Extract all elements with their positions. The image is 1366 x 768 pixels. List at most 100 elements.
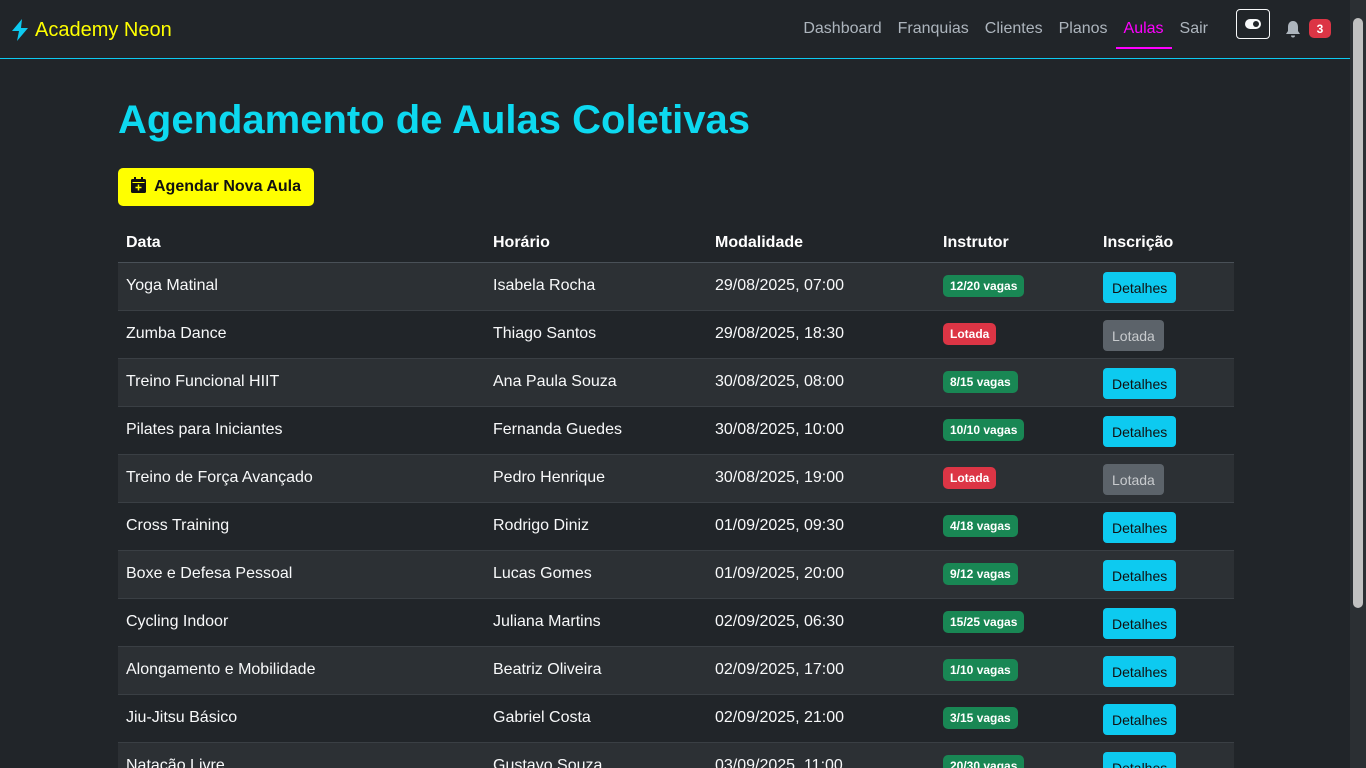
nav-link-aulas[interactable]: Aulas bbox=[1115, 0, 1172, 58]
status-badge: 20/30 vagas bbox=[943, 755, 1025, 768]
instructor-cell: Ana Paula Souza bbox=[485, 358, 707, 407]
instructor-cell: Juliana Martins bbox=[485, 598, 707, 647]
table-row: Boxe e Defesa Pessoal Lucas Gomes 01/09/20… bbox=[118, 550, 1234, 599]
status-badge: 8/15 vagas bbox=[943, 371, 1018, 393]
theme-toggle-button[interactable] bbox=[1236, 9, 1270, 39]
brand[interactable]: Academy Neon bbox=[11, 17, 172, 43]
action-cell: Detalhes bbox=[1095, 406, 1234, 455]
class-name-cell: Zumba Dance bbox=[118, 310, 485, 359]
instructor-cell: Lucas Gomes bbox=[485, 550, 707, 599]
details-button[interactable]: Detalhes bbox=[1103, 656, 1177, 687]
class-name-cell: Cycling Indoor bbox=[118, 598, 485, 647]
action-cell: Detalhes bbox=[1095, 502, 1234, 551]
scrollbar[interactable] bbox=[1350, 0, 1366, 768]
datetime-cell: 02/09/2025, 17:00 bbox=[707, 646, 935, 695]
status-cell: 15/25 vagas bbox=[935, 598, 1095, 647]
nav-link-sair[interactable]: Sair bbox=[1172, 0, 1216, 58]
instructor-cell: Thiago Santos bbox=[485, 310, 707, 359]
table-row: Yoga Matinal Isabela Rocha 29/08/2025, 07:… bbox=[118, 262, 1234, 311]
header-inscricao[interactable]: Inscrição bbox=[1095, 224, 1234, 263]
class-name-cell: Jiu-Jitsu Básico bbox=[118, 694, 485, 743]
header-data[interactable]: Data bbox=[118, 224, 485, 263]
nav-link-franquias[interactable]: Franquias bbox=[890, 0, 977, 58]
datetime-cell: 30/08/2025, 19:00 bbox=[707, 454, 935, 503]
nav-link-dashboard[interactable]: Dashboard bbox=[795, 0, 889, 58]
lightning-bolt-icon bbox=[11, 19, 29, 41]
details-button[interactable]: Detalhes bbox=[1103, 608, 1177, 639]
details-button[interactable]: Detalhes bbox=[1103, 368, 1177, 399]
status-cell: 12/20 vagas bbox=[935, 262, 1095, 311]
full-class-button: Lotada bbox=[1103, 320, 1164, 351]
instructor-cell: Gabriel Costa bbox=[485, 694, 707, 743]
instructor-cell: Gustavo Souza bbox=[485, 742, 707, 768]
status-cell: 3/15 vagas bbox=[935, 694, 1095, 743]
class-name-cell: Natação Livre bbox=[118, 742, 485, 768]
class-name-cell: Treino de Força Avançado bbox=[118, 454, 485, 503]
table-row: Jiu-Jitsu Básico Gabriel Costa 02/09/2025,… bbox=[118, 694, 1234, 743]
details-button[interactable]: Detalhes bbox=[1103, 560, 1177, 591]
status-badge: 4/18 vagas bbox=[943, 515, 1018, 537]
header-instrutor[interactable]: Instrutor bbox=[935, 224, 1095, 263]
calendar-plus-icon bbox=[131, 176, 146, 198]
instructor-cell: Beatriz Oliveira bbox=[485, 646, 707, 695]
class-name-cell: Treino Funcional HIIT bbox=[118, 358, 485, 407]
datetime-cell: 01/09/2025, 20:00 bbox=[707, 550, 935, 599]
status-cell: 1/10 vagas bbox=[935, 646, 1095, 695]
status-badge: 9/12 vagas bbox=[943, 563, 1018, 585]
datetime-cell: 30/08/2025, 08:00 bbox=[707, 358, 935, 407]
status-cell: 4/18 vagas bbox=[935, 502, 1095, 551]
status-cell: 20/30 vagas bbox=[935, 742, 1095, 768]
table-row: Zumba Dance Thiago Santos 29/08/2025, 18:3… bbox=[118, 310, 1234, 359]
details-button[interactable]: Detalhes bbox=[1103, 416, 1177, 447]
datetime-cell: 29/08/2025, 07:00 bbox=[707, 262, 935, 311]
nav-link-planos[interactable]: Planos bbox=[1051, 0, 1116, 58]
nav-links: Dashboard Franquias Clientes Planos Aula… bbox=[795, 0, 1216, 58]
status-badge: 10/10 vagas bbox=[943, 419, 1025, 441]
table-row: Cycling Indoor Juliana Martins 02/09/2025,… bbox=[118, 598, 1234, 647]
details-button[interactable]: Detalhes bbox=[1103, 272, 1177, 303]
status-badge: Lotada bbox=[943, 467, 997, 489]
instructor-cell: Pedro Henrique bbox=[485, 454, 707, 503]
header-modalidade[interactable]: Modalidade bbox=[707, 224, 935, 263]
status-cell: Lotada bbox=[935, 454, 1095, 503]
status-badge: 12/20 vagas bbox=[943, 275, 1025, 297]
status-cell: 8/15 vagas bbox=[935, 358, 1095, 407]
action-cell: Detalhes bbox=[1095, 598, 1234, 647]
nav-link-clientes[interactable]: Clientes bbox=[977, 0, 1051, 58]
class-name-cell: Boxe e Defesa Pessoal bbox=[118, 550, 485, 599]
table-row: Natação Livre Gustavo Souza 03/09/2025, 11… bbox=[118, 742, 1234, 768]
scrollbar-thumb[interactable] bbox=[1353, 18, 1363, 608]
class-name-cell: Yoga Matinal bbox=[118, 262, 485, 311]
instructor-cell: Rodrigo Diniz bbox=[485, 502, 707, 551]
instructor-cell: Fernanda Guedes bbox=[485, 406, 707, 455]
class-name-cell: Pilates para Iniciantes bbox=[118, 406, 485, 455]
table-row: Pilates para Iniciantes Fernanda Guedes 30… bbox=[118, 406, 1234, 455]
table-row: Treino Funcional HIIT Ana Paula Souza 30/0… bbox=[118, 358, 1234, 407]
datetime-cell: 03/09/2025, 11:00 bbox=[707, 742, 935, 768]
status-badge: 3/15 vagas bbox=[943, 707, 1018, 729]
class-name-cell: Cross Training bbox=[118, 502, 485, 551]
toggle-icon bbox=[1245, 19, 1261, 29]
instructor-cell: Isabela Rocha bbox=[485, 262, 707, 311]
action-cell: Detalhes bbox=[1095, 646, 1234, 695]
page-title: Agendamento de Aulas Coletivas bbox=[118, 98, 750, 142]
table-row: Cross Training Rodrigo Diniz 01/09/2025, 0… bbox=[118, 502, 1234, 551]
table-row: Alongamento e Mobilidade Beatriz Oliveira… bbox=[118, 646, 1234, 695]
new-class-button[interactable]: Agendar Nova Aula bbox=[118, 168, 314, 206]
action-cell: Detalhes bbox=[1095, 742, 1234, 768]
status-badge: Lotada bbox=[943, 323, 997, 345]
status-badge: 15/25 vagas bbox=[943, 611, 1025, 633]
brand-name: Academy Neon bbox=[35, 18, 172, 41]
datetime-cell: 02/09/2025, 21:00 bbox=[707, 694, 935, 743]
status-cell: 9/12 vagas bbox=[935, 550, 1095, 599]
datetime-cell: 01/09/2025, 09:30 bbox=[707, 502, 935, 551]
details-button[interactable]: Detalhes bbox=[1103, 512, 1177, 543]
datetime-cell: 29/08/2025, 18:30 bbox=[707, 310, 935, 359]
table-row: Treino de Força Avançado Pedro Henrique 30… bbox=[118, 454, 1234, 503]
class-name-cell: Alongamento e Mobilidade bbox=[118, 646, 485, 695]
bell-icon[interactable] bbox=[1284, 20, 1302, 38]
details-button[interactable]: Detalhes bbox=[1103, 704, 1177, 735]
details-button[interactable]: Detalhes bbox=[1103, 752, 1177, 768]
action-cell: Detalhes bbox=[1095, 262, 1234, 311]
header-horario[interactable]: Horário bbox=[485, 224, 707, 263]
